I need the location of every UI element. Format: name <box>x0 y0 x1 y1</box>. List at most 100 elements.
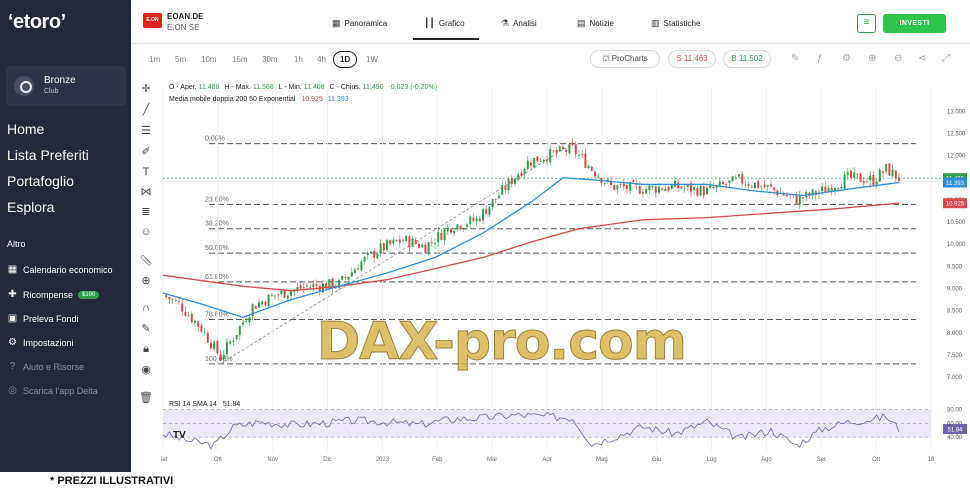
rsi-value-label: 51.84 <box>947 427 963 433</box>
candle-body <box>235 334 238 340</box>
magnet-icon[interactable]: ∩ <box>139 302 153 314</box>
expand-icon[interactable]: ⤢ <box>942 53 950 64</box>
buy-price-button[interactable]: B 11.502 <box>723 50 771 68</box>
y-tick-label: 13.000 <box>947 109 966 115</box>
candle-body <box>258 302 260 308</box>
crosshair-icon[interactable]: ✛ <box>139 82 153 95</box>
timeframe-10m[interactable]: 10m <box>201 55 217 64</box>
tab-chart[interactable]: ┃┃ Grafico <box>424 18 465 29</box>
invest-button[interactable]: INVESTI <box>883 14 946 33</box>
sidebar-item-calendar[interactable]: ▦ Calendario economico <box>7 265 113 276</box>
share-icon[interactable]: ⋖ <box>918 53 926 64</box>
timeframe-1w[interactable]: 1W <box>366 55 378 64</box>
candle-body <box>238 325 241 336</box>
draw-icon[interactable]: ✎ <box>791 53 799 64</box>
candle-body <box>827 188 830 192</box>
candle-body <box>731 176 734 182</box>
emoji-icon[interactable]: ☺ <box>139 226 153 238</box>
pencil-lock-icon[interactable]: ✎ <box>139 322 153 335</box>
timeframe-1m[interactable]: 1m <box>149 55 160 64</box>
eye-icon[interactable]: ◉ <box>139 363 153 376</box>
procharts-button[interactable]: ⛫ ProCharts <box>590 50 660 68</box>
sidebar-item-delta-app[interactable]: ◎ Scarica l'app Delta <box>7 386 98 397</box>
candle-body <box>744 184 747 186</box>
sidebar-item-rewards[interactable]: ✚ Ricompense $100 <box>7 290 100 300</box>
timeframe-15m[interactable]: 15m <box>232 55 248 64</box>
sidebar-item-label: Impostazioni <box>23 338 74 348</box>
series-line <box>162 177 900 318</box>
timeframe-1d[interactable]: 1D <box>333 51 358 68</box>
candle-body <box>571 142 574 145</box>
candle-body <box>402 240 404 242</box>
candle-body <box>245 321 248 323</box>
nav-watchlist[interactable]: Lista Preferiti <box>7 147 89 163</box>
candle-body <box>530 162 532 166</box>
tab-overview[interactable]: ▦ Panoramica <box>332 18 387 29</box>
candle-body <box>491 199 494 208</box>
candle-body <box>798 195 801 205</box>
candle-body <box>856 173 859 175</box>
hlines-icon[interactable]: ☰ <box>139 124 153 137</box>
rsi-tick-label: 40.00 <box>947 435 963 441</box>
candle-body <box>597 176 600 178</box>
fib-icon[interactable]: ≣ <box>139 205 153 218</box>
text-icon[interactable]: T <box>139 166 153 178</box>
nav-portfolio[interactable]: Portafoglio <box>7 173 74 189</box>
nav-explore[interactable]: Esplora <box>7 199 54 215</box>
etoro-logo[interactable]: ‘etoro’ <box>8 11 66 34</box>
add-to-watchlist-button[interactable]: ≡ <box>857 14 876 33</box>
club-card[interactable]: Bronze Club <box>6 66 126 106</box>
candle-body <box>347 276 350 280</box>
candle-body <box>520 172 523 176</box>
candle-body <box>414 239 417 245</box>
candle-body <box>850 170 852 178</box>
candle-body <box>709 185 712 188</box>
timeframe-5m[interactable]: 5m <box>175 55 186 64</box>
tab-stats[interactable]: ▥ Statistiche <box>651 18 700 29</box>
candle-body <box>354 269 356 273</box>
candle-body <box>424 244 427 253</box>
candle-body <box>702 186 705 196</box>
candle-body <box>494 198 497 200</box>
zoom-out-icon[interactable]: ⊖ <box>894 53 902 64</box>
price-chart[interactable]: 0.00% 23.60% 38.20% 50.00% 61.80% 78.60% 100.0… <box>161 76 970 464</box>
brush-icon[interactable]: ✐ <box>139 145 153 158</box>
tab-analysis[interactable]: ⚗ Analisi <box>501 18 537 29</box>
timeframe-1h[interactable]: 1h <box>294 55 303 64</box>
sidebar-item-help[interactable]: ? Aiuto e Risorse <box>7 362 84 373</box>
high-label: H - Max. <box>224 84 251 91</box>
trash-icon[interactable]: 🗑︎ <box>139 391 153 404</box>
nav-home[interactable]: Home <box>7 121 44 137</box>
lock-icon[interactable]: 🔒︎ <box>139 343 153 356</box>
rewards-badge: $100 <box>78 291 100 299</box>
zoom-icon[interactable]: ⊕ <box>139 274 153 287</box>
zoom-in-icon[interactable]: ⊕ <box>868 53 876 64</box>
candle-body <box>686 184 689 188</box>
timeframe-4h[interactable]: 4h <box>317 55 326 64</box>
pattern-icon[interactable]: ⋈ <box>139 185 153 198</box>
candle-body <box>846 171 849 176</box>
low-value: 11.408 <box>304 84 325 91</box>
candle-body <box>286 295 289 299</box>
active-tab-indicator <box>413 38 479 40</box>
candle-body <box>462 227 465 230</box>
sidebar-item-withdraw[interactable]: ▣ Preleva Fondi <box>7 313 79 325</box>
x-tick-label: Nov <box>267 457 278 463</box>
candle-body <box>213 341 216 350</box>
indicators-icon[interactable]: ƒ <box>817 53 823 64</box>
trendline-icon[interactable]: ╱ <box>139 103 153 116</box>
settings-icon[interactable]: ⚙ <box>842 53 851 64</box>
y-tick-label: 12.000 <box>947 154 966 160</box>
price-label: 11.393 <box>946 181 965 187</box>
y-tick-label: 9.000 <box>947 287 963 293</box>
sell-price-button[interactable]: S 11.463 <box>668 50 716 68</box>
fib-label: 38.20% <box>205 221 229 228</box>
sidebar-item-settings[interactable]: ⚙ Impostazioni <box>7 338 74 349</box>
ruler-icon[interactable]: 📏︎ <box>139 254 153 267</box>
tab-news[interactable]: ▤ Notizie <box>577 18 614 29</box>
withdraw-icon: ▣ <box>7 313 18 324</box>
timeframe-30m[interactable]: 30m <box>262 55 278 64</box>
candle-body <box>242 322 244 325</box>
candle-body <box>552 150 555 152</box>
candle-body <box>574 144 577 155</box>
